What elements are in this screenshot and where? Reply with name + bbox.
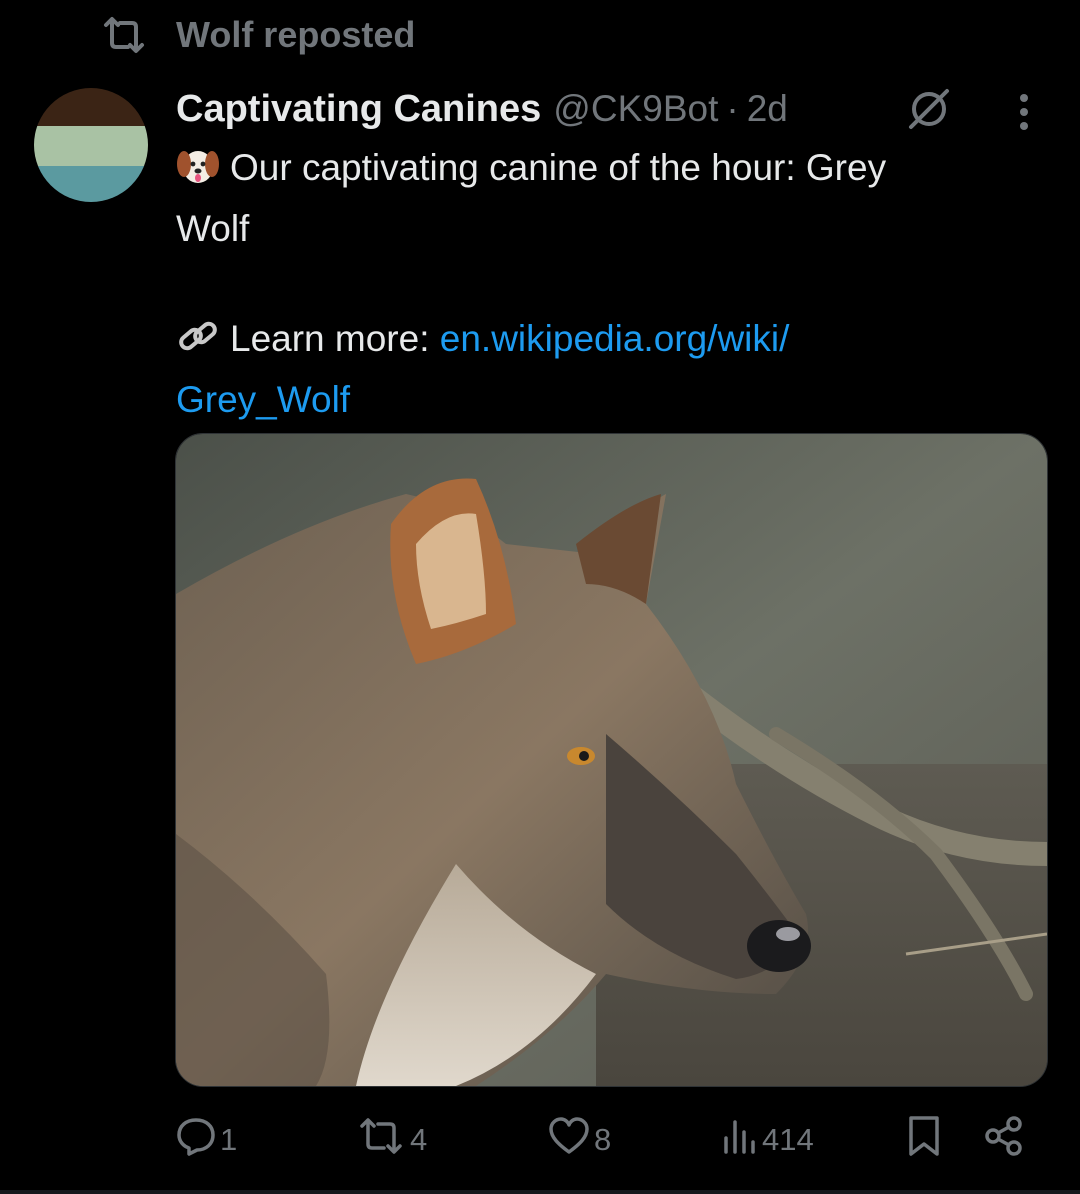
- tweet-line-1: Our captivating canine of the hour: Grey: [176, 140, 1036, 201]
- tweet-line-1-text: Our captivating canine of the hour: Grey: [230, 147, 887, 188]
- repost-indicator[interactable]: Wolf reposted: [100, 12, 415, 58]
- author-handle[interactable]: @CK9Bot: [553, 88, 718, 130]
- tweet-line-2: Wolf: [176, 208, 250, 249]
- learn-more-line: Learn more: en.wikipedia.org/wiki/: [176, 311, 1036, 372]
- tweet-text: Our captivating canine of the hour: Grey…: [176, 140, 1036, 427]
- avatar[interactable]: [34, 88, 148, 202]
- repost-icon: [100, 15, 148, 55]
- views-button[interactable]: 414: [722, 1112, 814, 1168]
- author-name[interactable]: Captivating Canines: [176, 88, 541, 131]
- wikipedia-link-part1[interactable]: en.wikipedia.org/wiki/: [440, 318, 790, 359]
- like-button[interactable]: 8: [548, 1112, 611, 1168]
- repost-count: 4: [410, 1122, 428, 1157]
- heart-icon: [548, 1116, 590, 1164]
- share-button[interactable]: [984, 1112, 1024, 1168]
- wolf-photo[interactable]: [175, 433, 1048, 1087]
- link-emoji: [176, 317, 220, 372]
- repost-button[interactable]: 4: [356, 1112, 427, 1168]
- tweet-time[interactable]: 2d: [747, 88, 788, 130]
- views-icon: [722, 1116, 758, 1164]
- separator-dot: ·: [726, 88, 739, 129]
- more-options-icon[interactable]: [1012, 92, 1036, 132]
- repost-action-icon: [356, 1116, 406, 1164]
- automated-account-icon[interactable]: [904, 86, 954, 132]
- repost-label: Wolf reposted: [176, 14, 416, 55]
- reply-icon: [176, 1116, 216, 1164]
- reply-button[interactable]: 1: [176, 1112, 237, 1168]
- action-bar: 1 4 8 414: [0, 1112, 1080, 1168]
- tweet-header: Captivating Canines @CK9Bot · 2d: [176, 82, 788, 136]
- view-count: 414: [762, 1122, 814, 1157]
- reply-count: 1: [220, 1122, 238, 1157]
- bookmark-button[interactable]: [906, 1112, 942, 1168]
- divider: [0, 1190, 1080, 1194]
- bookmark-icon: [906, 1114, 942, 1166]
- dog-face-emoji: [176, 146, 220, 201]
- like-count: 8: [594, 1122, 612, 1157]
- wikipedia-link-part2[interactable]: Grey_Wolf: [176, 372, 1036, 427]
- share-icon: [984, 1116, 1024, 1164]
- learn-more-label: Learn more:: [230, 318, 440, 359]
